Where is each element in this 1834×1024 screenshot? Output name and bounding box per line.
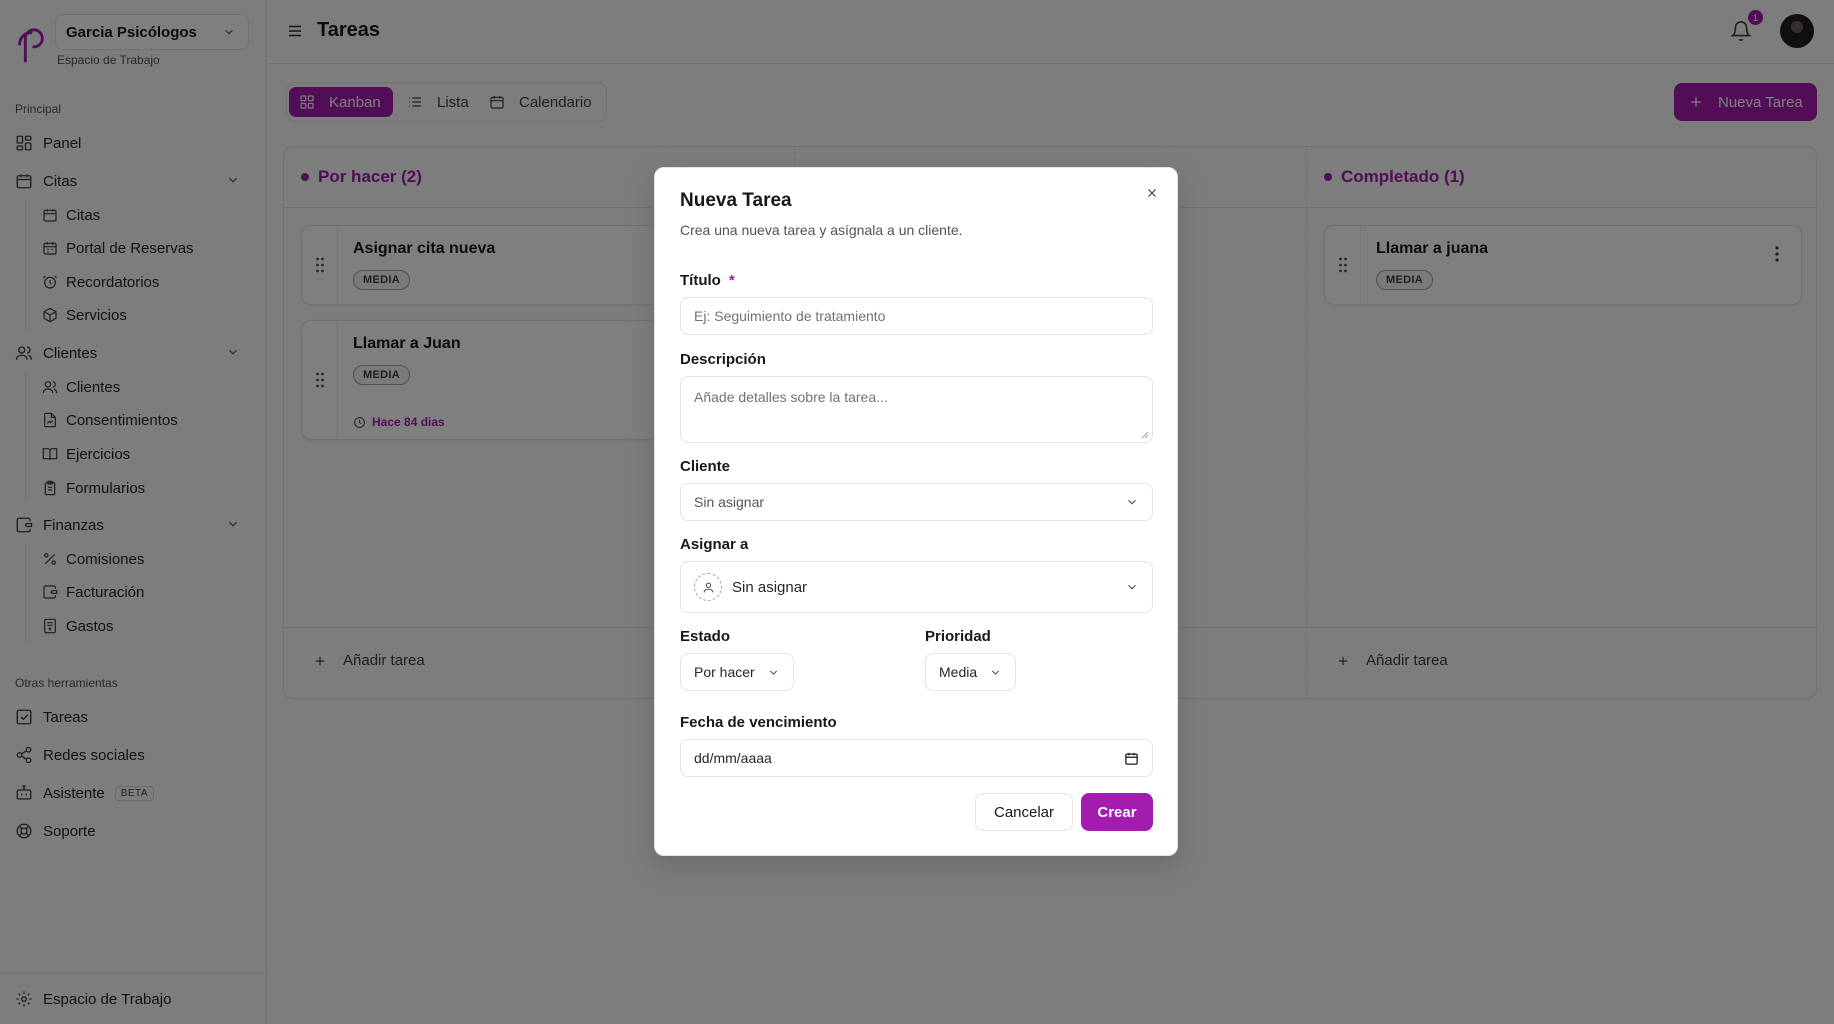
required-mark: *: [728, 272, 735, 289]
prioridad-select[interactable]: Media: [925, 653, 1017, 691]
new-task-dialog: Nueva Tarea Crea una nueva tarea y asígn…: [654, 167, 1178, 856]
estado-value: Por hacer: [694, 664, 755, 680]
create-button[interactable]: Crear: [1081, 793, 1153, 831]
prioridad-label: Prioridad: [925, 628, 991, 645]
estado-label: Estado: [680, 628, 731, 645]
descripcion-label: Descripción: [680, 351, 766, 368]
calendar-icon[interactable]: [1124, 751, 1139, 766]
resize-handle-icon[interactable]: [1141, 431, 1149, 439]
asignar-value: Sin asignar: [732, 578, 808, 596]
fecha-placeholder: dd/mm/aaaa: [694, 750, 772, 766]
cancel-button[interactable]: Cancelar: [975, 793, 1073, 831]
dialog-title: Nueva Tarea: [680, 190, 792, 211]
asignar-label: Asignar a: [680, 536, 749, 553]
estado-select[interactable]: Por hacer: [680, 653, 794, 691]
chevron-down-icon: [992, 669, 1000, 675]
fecha-input[interactable]: dd/mm/aaaa: [680, 739, 1153, 777]
titulo-placeholder: Ej: Seguimiento de tratamiento: [694, 308, 886, 324]
descripcion-placeholder: Añade detalles sobre la tarea...: [694, 389, 888, 405]
chevron-down-icon: [1128, 499, 1136, 505]
close-icon[interactable]: [1145, 186, 1159, 200]
descripcion-textarea[interactable]: Añade detalles sobre la tarea...: [680, 376, 1153, 443]
cliente-value: Sin asignar: [694, 494, 765, 510]
fecha-label: Fecha de vencimiento: [680, 714, 837, 731]
prioridad-value: Media: [939, 664, 978, 680]
chevron-down-icon: [1128, 584, 1136, 590]
user-icon: [694, 573, 722, 601]
chevron-down-icon: [769, 669, 777, 675]
cliente-label: Cliente: [680, 458, 731, 475]
titulo-input[interactable]: Ej: Seguimiento de tratamiento: [680, 297, 1153, 335]
dialog-subtitle: Crea una nueva tarea y asígnala a un cli…: [680, 222, 963, 238]
asignar-select[interactable]: Sin asignar: [680, 561, 1153, 613]
label-text: Título: [680, 272, 721, 289]
titulo-label: Título *: [680, 272, 735, 289]
cliente-select[interactable]: Sin asignar: [680, 483, 1153, 521]
